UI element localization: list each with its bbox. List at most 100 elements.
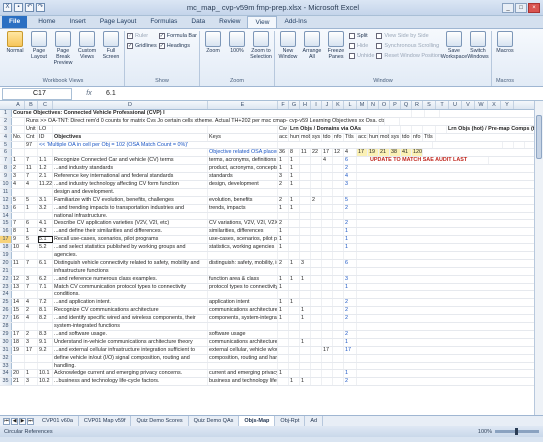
cell[interactable] <box>433 141 503 149</box>
cell[interactable] <box>344 354 357 362</box>
cell[interactable] <box>278 252 289 259</box>
split-button[interactable]: Split <box>348 31 374 40</box>
cell[interactable] <box>278 267 289 275</box>
page-layout-button[interactable]: Page Layout <box>28 31 50 60</box>
tab-view[interactable]: View <box>247 16 278 28</box>
cell[interactable]: 3.1 <box>38 196 53 204</box>
cell[interactable]: 1.1 <box>38 157 53 165</box>
cell[interactable] <box>322 283 333 291</box>
cell[interactable] <box>322 370 333 378</box>
cell[interactable]: Reference key international and federal … <box>53 173 208 181</box>
cell[interactable] <box>38 149 53 157</box>
column-header-g[interactable]: G <box>289 101 300 109</box>
cell[interactable]: 1 <box>289 165 300 173</box>
cell[interactable] <box>333 259 344 267</box>
cell[interactable] <box>311 330 322 338</box>
page-break-preview-button[interactable]: Page Break Preview <box>52 31 74 66</box>
cell[interactable] <box>322 252 333 259</box>
cell[interactable] <box>278 346 289 354</box>
reset-position-button[interactable]: Reset Window Position <box>376 51 441 60</box>
cell[interactable] <box>38 212 53 220</box>
tab-home[interactable]: Home <box>31 16 62 28</box>
cell[interactable]: 3 <box>25 275 38 283</box>
cell[interactable] <box>12 291 25 299</box>
cell[interactable]: 6 <box>344 157 357 165</box>
cell[interactable]: 1.2 <box>38 165 53 173</box>
cell[interactable] <box>25 252 38 259</box>
cell[interactable] <box>390 125 401 133</box>
cell[interactable]: 18 <box>12 338 25 346</box>
tab-add-ins[interactable]: Add-Ins <box>277 16 313 28</box>
cell[interactable] <box>322 188 333 196</box>
cell[interactable] <box>278 378 289 386</box>
cell[interactable] <box>333 338 344 346</box>
cell[interactable]: evolution, benefits <box>208 196 278 204</box>
cell[interactable]: nfo <box>412 133 423 141</box>
cell[interactable] <box>12 141 25 149</box>
cell[interactable] <box>289 236 300 244</box>
cell[interactable]: Ttls <box>423 133 436 141</box>
cell[interactable]: handling. <box>53 362 208 370</box>
cell[interactable]: software usage <box>208 330 278 338</box>
cell[interactable] <box>514 141 525 149</box>
cell[interactable]: 1 <box>300 378 311 386</box>
row-header[interactable]: 22 <box>0 275 12 283</box>
cell[interactable]: function area & class <box>208 275 278 283</box>
column-header-j[interactable]: J <box>322 101 333 109</box>
cell[interactable]: 1 <box>289 378 300 386</box>
cell[interactable]: 6 <box>12 204 25 212</box>
cell[interactable] <box>311 228 322 236</box>
cell[interactable] <box>38 362 53 370</box>
cell[interactable]: ...and trending impacts to transportatio… <box>53 204 208 212</box>
cell[interactable]: 13 <box>12 283 25 291</box>
sheet-tab-quiz-demo-qas[interactable]: Quiz Demo QAs <box>189 416 240 426</box>
cell[interactable]: 1 <box>278 157 289 165</box>
cell[interactable]: acc <box>278 133 289 141</box>
cell[interactable] <box>311 157 322 165</box>
cell[interactable] <box>333 362 344 370</box>
cell[interactable]: 1 <box>278 307 289 315</box>
cell[interactable] <box>333 315 344 323</box>
cell[interactable]: 4 <box>25 315 38 323</box>
cell[interactable]: ...and identify specific wired and wirel… <box>53 315 208 323</box>
cell[interactable] <box>322 236 333 244</box>
cell[interactable]: 1 <box>278 165 289 173</box>
cell[interactable] <box>278 141 433 149</box>
cell[interactable] <box>300 196 311 204</box>
cell[interactable]: 20 <box>12 370 25 378</box>
column-header-a[interactable]: A <box>12 101 25 109</box>
cell[interactable]: agencies. <box>53 252 208 259</box>
cell[interactable] <box>333 307 344 315</box>
switch-windows-button[interactable]: Switch Windows <box>467 31 489 60</box>
cell[interactable]: 22 <box>311 149 322 157</box>
cell[interactable]: nfo <box>333 133 344 141</box>
cell[interactable] <box>333 275 344 283</box>
column-header-n[interactable]: N <box>368 101 379 109</box>
cell[interactable] <box>278 354 289 362</box>
column-header-r[interactable]: R <box>412 101 423 109</box>
row-header[interactable]: 33 <box>0 362 12 370</box>
row-header[interactable]: 30 <box>0 338 12 346</box>
cell[interactable] <box>289 307 300 315</box>
cell[interactable] <box>300 330 311 338</box>
row-header[interactable]: 2 <box>0 117 12 125</box>
cell[interactable]: design and development. <box>53 188 208 196</box>
cell[interactable]: 8 <box>289 149 300 157</box>
row-header[interactable]: 29 <box>0 330 12 338</box>
cell[interactable] <box>289 188 300 196</box>
cell[interactable]: Course Objectives: Connected Vehicle Pro… <box>12 110 412 117</box>
cell[interactable] <box>322 354 333 362</box>
hide-button[interactable]: Hide <box>348 41 374 50</box>
cell[interactable] <box>311 354 322 362</box>
sheet-tab-objs-map[interactable]: Objs-Map <box>239 416 276 426</box>
cell[interactable] <box>311 220 322 228</box>
cell[interactable]: 2 <box>311 196 322 204</box>
sheet-tab-ad[interactable]: Ad <box>305 416 324 426</box>
cell[interactable]: Match CV communication protocol types to… <box>53 283 208 291</box>
cell[interactable]: 1 <box>12 157 25 165</box>
cell[interactable] <box>289 338 300 346</box>
cell[interactable] <box>333 157 344 165</box>
cell[interactable]: 21 <box>12 378 25 386</box>
cell[interactable]: 6.1 <box>38 259 53 267</box>
column-header-x[interactable]: X <box>488 101 501 109</box>
